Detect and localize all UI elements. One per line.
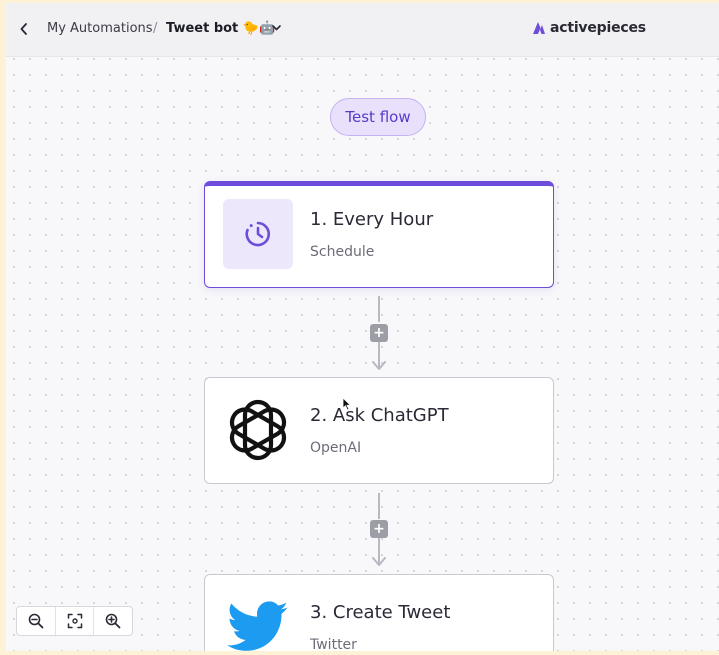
- arrow-down-icon: [372, 557, 386, 566]
- zoom-controls: [16, 606, 133, 636]
- fit-view-button[interactable]: [56, 607, 95, 635]
- chevron-left-icon: [20, 23, 27, 35]
- flow-name: Tweet bot 🐤🤖: [166, 21, 276, 36]
- add-step-button[interactable]: +: [370, 520, 388, 538]
- twitter-icon-box: [223, 592, 293, 651]
- breadcrumb-separator: /: [153, 21, 158, 36]
- back-button[interactable]: [16, 20, 32, 38]
- chevron-down-icon: [271, 25, 281, 31]
- flow-builder: My Automations / Tweet bot 🐤🤖 activepiec…: [6, 3, 719, 651]
- step-card-create-tweet[interactable]: 3. Create Tweet Twitter: [204, 574, 554, 651]
- step-card-ask-chatgpt[interactable]: 2. Ask ChatGPT OpenAI: [204, 377, 554, 484]
- test-flow-button[interactable]: Test flow: [330, 98, 426, 136]
- mouse-cursor-icon: [342, 397, 352, 411]
- step-subtitle: Schedule: [310, 244, 375, 260]
- openai-logo-icon: [229, 399, 287, 461]
- zoom-in-button[interactable]: [94, 607, 132, 635]
- step-title: 2. Ask ChatGPT: [310, 405, 449, 426]
- zoom-out-button[interactable]: [17, 607, 56, 635]
- step-title: 1. Every Hour: [310, 209, 434, 230]
- schedule-icon-box: [223, 199, 293, 269]
- arrow-down-icon: [372, 361, 386, 370]
- breadcrumb-my-automations[interactable]: My Automations: [47, 21, 153, 36]
- connector-line: [378, 296, 380, 322]
- connector-line: [378, 493, 380, 519]
- twitter-bird-icon: [227, 601, 288, 651]
- step-subtitle: Twitter: [310, 637, 357, 651]
- fit-view-icon: [67, 613, 82, 629]
- step-subtitle: OpenAI: [310, 440, 362, 456]
- step-title: 3. Create Tweet: [310, 602, 451, 623]
- activepieces-logo-icon: [533, 22, 545, 34]
- add-step-button[interactable]: +: [370, 324, 388, 342]
- zoom-in-icon: [105, 613, 121, 629]
- zoom-out-icon: [28, 613, 44, 629]
- top-bar: My Automations / Tweet bot 🐤🤖 activepiec…: [6, 3, 719, 57]
- openai-icon-box: [223, 395, 293, 465]
- schedule-timer-icon: [245, 221, 270, 247]
- brand-name: activepieces: [550, 20, 646, 36]
- step-card-every-hour[interactable]: 1. Every Hour Schedule: [204, 181, 554, 288]
- brand-logo: activepieces: [532, 20, 646, 36]
- flow-menu-button[interactable]: [270, 21, 282, 35]
